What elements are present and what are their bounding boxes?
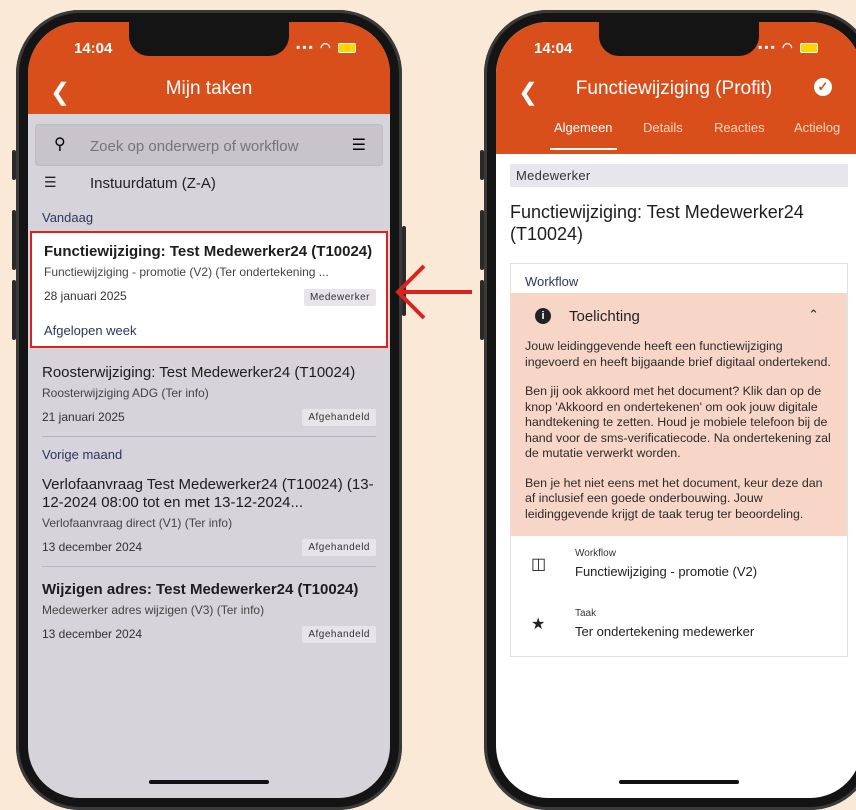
task-item[interactable]: Verlofaanvraag Test Medewerker24 (T10024… (42, 468, 376, 567)
star-icon: ★ (531, 616, 546, 633)
pointer-arrow-icon (395, 264, 472, 320)
task-title: Roosterwijziging: Test Medewerker24 (T10… (42, 364, 356, 381)
wifi-icon: ◠ (782, 40, 795, 54)
title-row: ❮ Functiewijziging (Profit) ✓ (496, 66, 856, 114)
search-icon: ⚲ (54, 136, 66, 153)
side-button (12, 210, 16, 270)
tab-actielog[interactable]: Actielog (794, 120, 840, 135)
screen-left: 14:04 ▪▪▪ ◠ ❮ Mijn taken ⚲ ☰ ☰ Instuurda… (28, 22, 390, 798)
status-badge: Medewerker (303, 289, 376, 306)
toelichting-panel: i Toelichting ⌃ Jouw leidinggevende heef… (511, 293, 847, 536)
signal-icon: ▪▪▪ (296, 40, 315, 54)
meta-value: Ter ondertekening medewerker (575, 624, 755, 639)
page-title: Mijn taken (165, 78, 253, 99)
sort-row[interactable]: ☰ Instuurdatum (Z-A) (28, 166, 390, 200)
status-time: 14:04 (74, 40, 113, 57)
status-icons: ▪▪▪ ◠ (758, 40, 818, 54)
task-subtitle: Functiewijziging - promotie (V2) (Ter on… (44, 265, 329, 279)
side-button (12, 150, 16, 180)
employee-label: Medewerker (510, 164, 848, 187)
meta-label: Workflow (575, 548, 616, 559)
phone-right: 14:04 ▪▪▪ ◠ ❮ Functiewijziging (Profit) … (480, 10, 856, 810)
side-button (12, 280, 16, 340)
sort-label: Instuurdatum (Z-A) (90, 175, 216, 192)
screen-right: 14:04 ▪▪▪ ◠ ❮ Functiewijziging (Profit) … (496, 22, 856, 798)
toelichting-label: Toelichting (569, 308, 640, 325)
status-badge: Afgehandeld (302, 626, 376, 643)
home-indicator (619, 780, 739, 784)
task-title: Functiewijziging: Test Medewerker24 (T10… (44, 243, 373, 260)
tab-reacties[interactable]: Reacties (714, 120, 765, 135)
meta-workflow: ◫ Workflow Functiewijziging - promotie (… (511, 536, 847, 596)
page-title: Functiewijziging (Profit) (575, 78, 773, 99)
check-icon[interactable]: ✓ (814, 78, 832, 96)
task-title: Wijzigen adres: Test Medewerker24 (T1002… (42, 581, 359, 598)
status-badge: Afgehandeld (302, 539, 376, 556)
task-title: Verlofaanvraag Test Medewerker24 (T10024… (42, 476, 374, 511)
search-input[interactable] (88, 125, 312, 167)
tab-details[interactable]: Details (643, 120, 683, 135)
task-subtitle: Medewerker adres wijzigen (V3) (Ter info… (42, 603, 265, 617)
battery-icon (800, 42, 818, 53)
task-item[interactable]: Roosterwijziging: Test Medewerker24 (T10… (42, 356, 376, 437)
section-heading: Vorige maand (42, 447, 123, 462)
status-icons: ▪▪▪ ◠ (296, 40, 356, 54)
meta-value: Functiewijziging - promotie (V2) (575, 564, 758, 579)
toelichting-header[interactable]: i Toelichting ⌃ (525, 293, 833, 339)
tab-algemeen[interactable]: Algemeen (550, 120, 617, 150)
workflow-card: Workflow i Toelichting ⌃ Jouw leidinggev… (510, 263, 848, 657)
meta-taak: ★ Taak Ter ondertekening medewerker (511, 596, 847, 656)
workflow-heading: Workflow (525, 274, 579, 289)
battery-icon (338, 42, 356, 53)
side-button (480, 280, 484, 340)
detail-body: Medewerker Functiewijziging: Test Medewe… (496, 154, 856, 667)
status-badge: Afgehandeld (302, 409, 376, 426)
home-indicator (149, 780, 269, 784)
title-row: ❮ Mijn taken (28, 66, 390, 114)
task-item-active[interactable]: Functiewijziging: Test Medewerker24 (T10… (30, 231, 388, 348)
section-heading: Vandaag (42, 210, 94, 225)
task-subtitle: Verlofaanvraag direct (V1) (Ter info) (42, 516, 233, 530)
task-subtitle: Roosterwijziging ADG (Ter info) (42, 386, 209, 400)
toelichting-paragraph: Jouw leidinggevende heeft een functiewij… (525, 339, 831, 369)
wifi-icon: ◠ (320, 40, 333, 54)
toelichting-paragraph: Ben je het niet eens met het document, k… (525, 475, 823, 521)
notch (599, 22, 759, 56)
status-time: 14:04 (534, 40, 573, 57)
sort-icon: ☰ (44, 174, 57, 190)
task-title: Functiewijziging: Test Medewerker24 (T10… (510, 202, 804, 244)
chevron-up-icon[interactable]: ⌃ (808, 307, 819, 323)
info-icon: i (535, 308, 551, 324)
toelichting-paragraph: Ben jij ook akkoord met het document? Kl… (525, 384, 831, 460)
side-button (480, 210, 484, 270)
phone-left: 14:04 ▪▪▪ ◠ ❮ Mijn taken ⚲ ☰ ☰ Instuurda… (12, 10, 406, 810)
filter-icon[interactable]: ☰ (352, 135, 366, 155)
task-item[interactable]: Wijzigen adres: Test Medewerker24 (T1002… (42, 567, 376, 653)
signal-icon: ▪▪▪ (758, 40, 777, 54)
workflow-icon: ◫ (531, 556, 547, 573)
meta-label: Taak (575, 608, 597, 619)
notch (129, 22, 289, 56)
side-button (480, 150, 484, 180)
tab-bar: Algemeen Details Reacties Actielog (496, 114, 856, 154)
search-bar: ⚲ ☰ (35, 124, 383, 167)
section-heading: Afgelopen week (44, 323, 137, 338)
